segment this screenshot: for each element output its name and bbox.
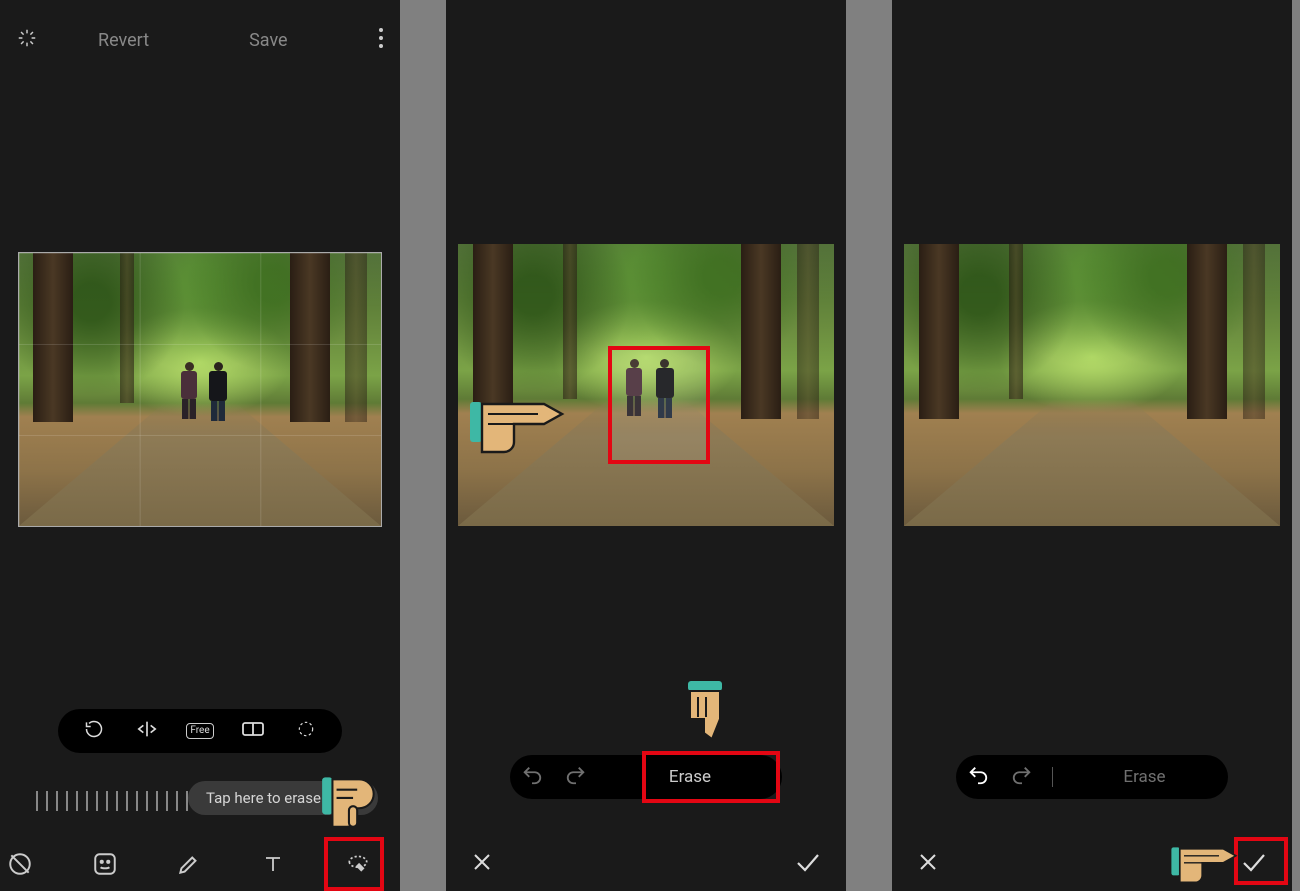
revert-button[interactable]: Revert: [78, 18, 169, 63]
pointer-hand-down-icon: [680, 679, 730, 745]
undo-icon[interactable]: [510, 764, 554, 790]
bottom-actions: [446, 837, 846, 891]
erase-toolbar: Erase: [956, 755, 1228, 799]
auto-enhance-icon[interactable]: [16, 27, 38, 53]
photo-preview: [904, 244, 1280, 526]
highlight-confirm-button: [1234, 837, 1288, 885]
cancel-icon[interactable]: [470, 850, 494, 878]
top-bar: Revert Save: [0, 0, 400, 80]
photo-preview: [19, 253, 381, 526]
rotate-icon[interactable]: [80, 719, 108, 743]
redo-icon[interactable]: [554, 764, 598, 790]
redo-icon[interactable]: [1000, 764, 1044, 790]
cancel-icon[interactable]: [916, 850, 940, 878]
crop-options-bar: Free: [58, 709, 342, 753]
bottom-actions: [892, 837, 1292, 891]
editor-screen-select: Erase: [446, 0, 846, 891]
sticker-icon[interactable]: [79, 838, 131, 890]
toolbar-divider: [1052, 767, 1053, 787]
confirm-icon[interactable]: [794, 850, 822, 878]
tooltip-text: Tap here to erase objec: [206, 789, 361, 807]
selection-box: [608, 346, 710, 464]
highlight-eraser-tool: [324, 837, 384, 891]
erase-button[interactable]: Erase: [1061, 767, 1228, 787]
more-icon[interactable]: [378, 27, 384, 53]
lasso-icon[interactable]: [292, 719, 320, 743]
editor-screen-crop: Revert Save Free: [0, 0, 400, 891]
flip-icon[interactable]: [133, 719, 161, 743]
canvas-image[interactable]: [904, 244, 1280, 526]
aspect-wide-icon[interactable]: [239, 721, 267, 741]
adjust-icon[interactable]: [0, 838, 46, 890]
canvas-image[interactable]: [458, 244, 834, 526]
draw-icon[interactable]: [163, 838, 215, 890]
text-icon[interactable]: [247, 838, 299, 890]
undo-icon[interactable]: [956, 764, 1000, 790]
highlight-erase-button: [642, 751, 780, 803]
erase-tooltip: Tap here to erase objec: [188, 781, 378, 815]
save-button[interactable]: Save: [229, 18, 308, 63]
editor-screen-result: Erase: [892, 0, 1292, 891]
aspect-free-button[interactable]: Free: [186, 723, 214, 739]
canvas-image[interactable]: [18, 252, 382, 527]
